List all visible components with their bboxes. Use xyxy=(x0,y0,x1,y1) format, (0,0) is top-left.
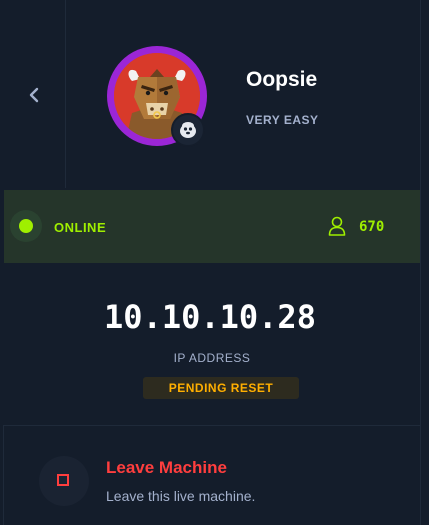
difficulty-label: VERY EASY xyxy=(246,113,319,127)
status-bar: ONLINE 670 xyxy=(4,190,420,263)
ip-address-value[interactable]: 10.10.10.28 xyxy=(0,298,420,336)
pending-reset-badge: PENDING RESET xyxy=(143,377,299,399)
stop-square-icon xyxy=(57,474,69,486)
leave-machine-description: Leave this live machine. xyxy=(106,488,256,504)
os-badge xyxy=(171,113,205,147)
leave-machine-button[interactable]: Leave Machine Leave this live machine. xyxy=(3,425,421,525)
machine-avatar xyxy=(107,46,207,147)
linux-penguin-icon xyxy=(180,122,196,138)
back-button[interactable] xyxy=(24,82,46,108)
status-text: ONLINE xyxy=(54,220,107,235)
leave-icon-circle xyxy=(39,456,89,506)
machine-panel: Oopsie VERY EASY ONLINE 670 10.10.10.28 … xyxy=(0,0,429,525)
chevron-left-icon xyxy=(29,87,39,103)
user-icon xyxy=(328,216,346,236)
status-indicator xyxy=(10,210,42,242)
online-dot-icon xyxy=(19,219,33,233)
leave-machine-title: Leave Machine xyxy=(106,458,227,477)
machine-header: Oopsie VERY EASY xyxy=(0,0,429,188)
panel-divider xyxy=(420,0,421,525)
player-count: 670 xyxy=(359,219,385,235)
ip-address-label: IP ADDRESS xyxy=(173,351,251,365)
machine-name: Oopsie xyxy=(246,68,318,91)
back-column xyxy=(0,0,66,188)
